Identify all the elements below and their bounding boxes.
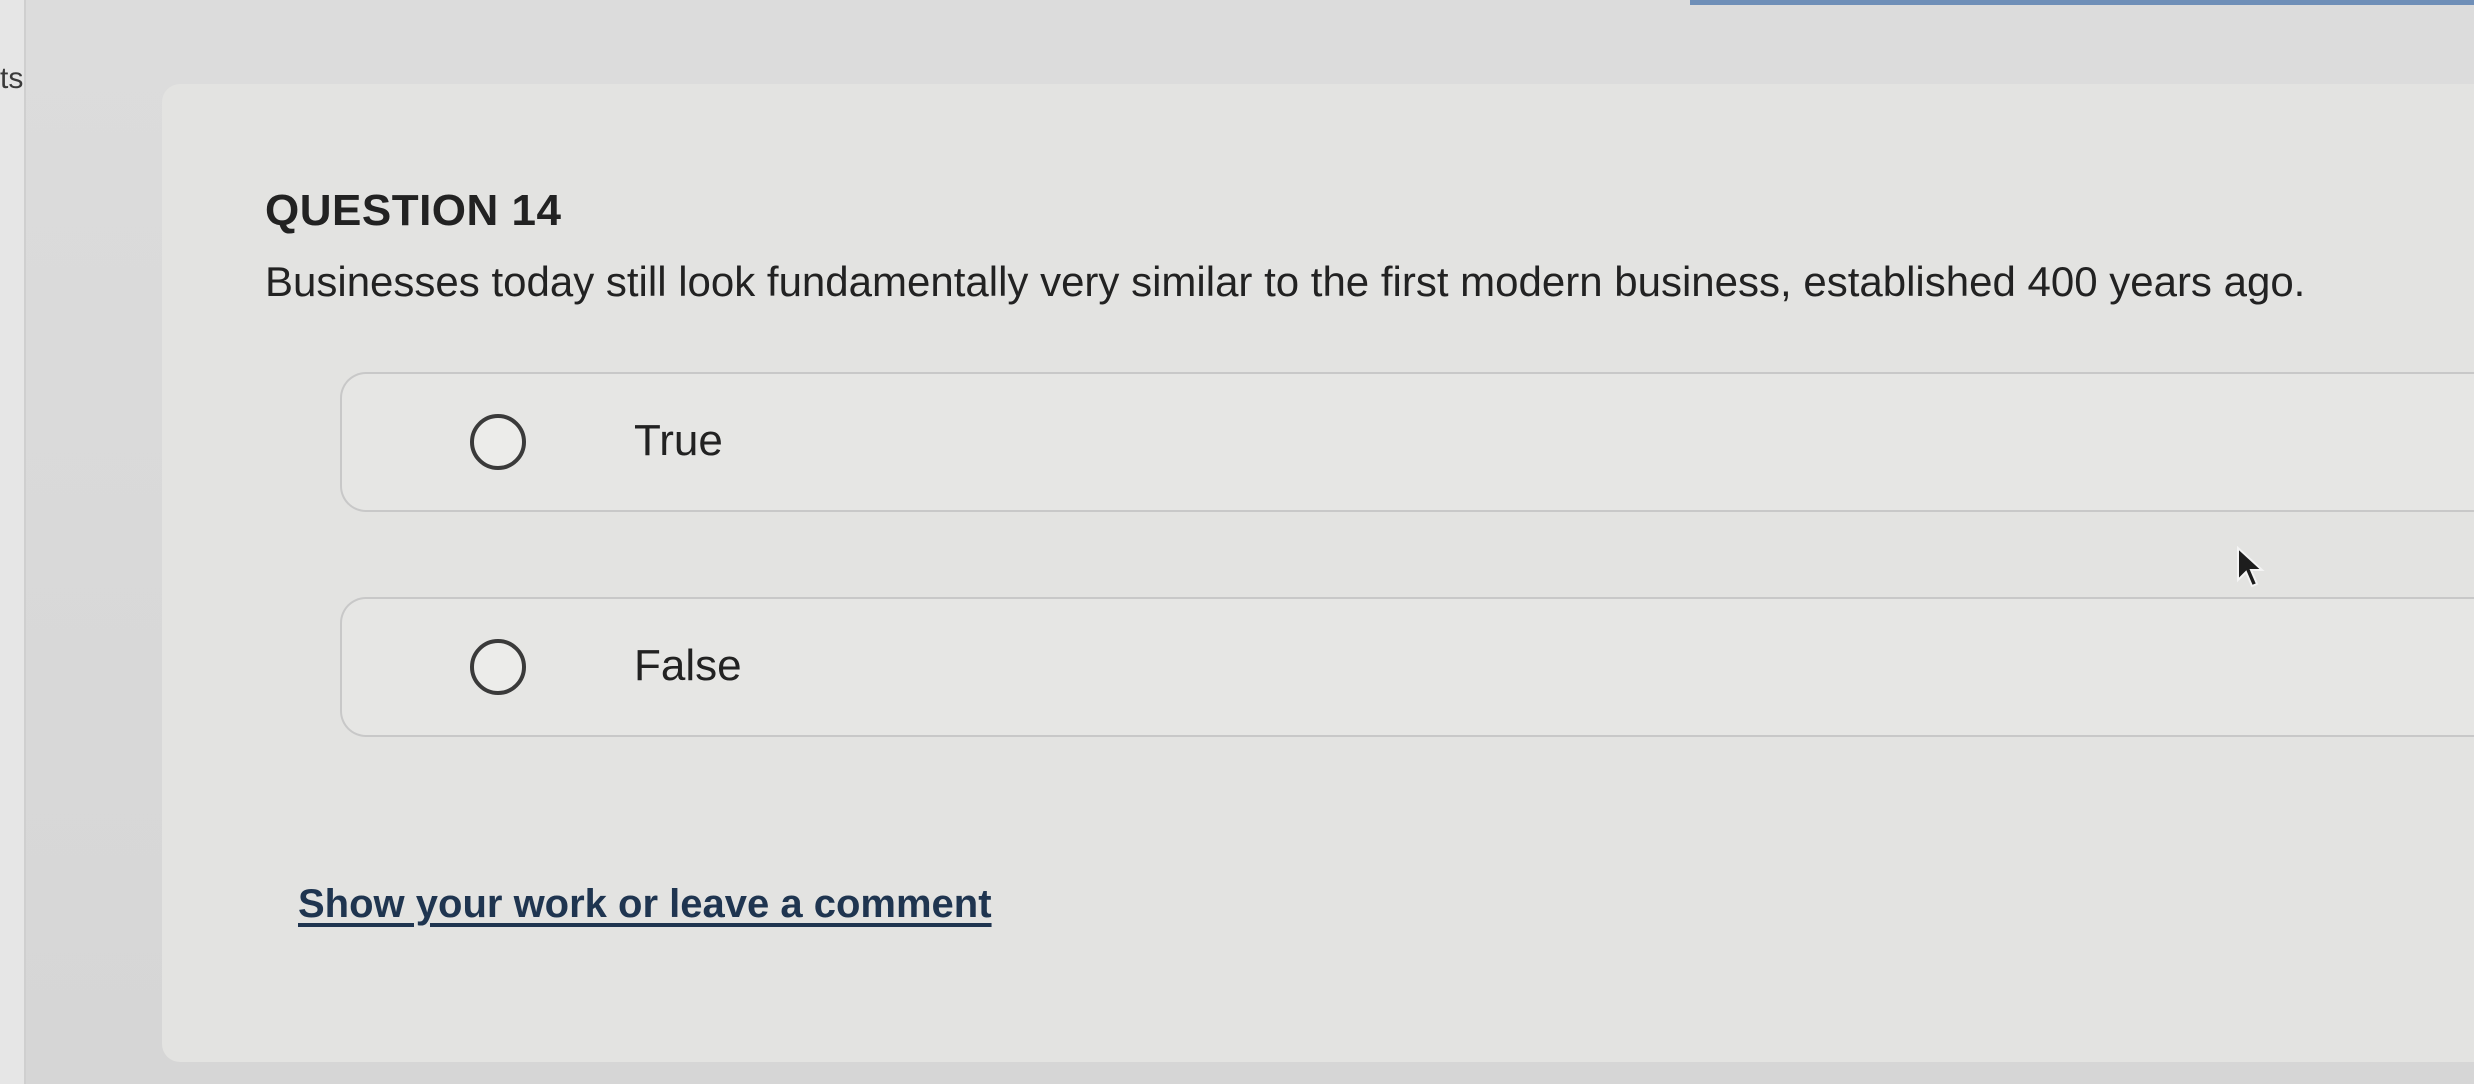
show-work-comment-link[interactable]: Show your work or leave a comment [298, 882, 992, 927]
left-sidebar-edge: ts [0, 0, 26, 1084]
question-title: QUESTION 14 [265, 186, 562, 235]
top-accent-bar [1690, 0, 2474, 5]
answer-option-false[interactable]: False [340, 597, 2474, 737]
radio-unchecked-icon[interactable] [470, 639, 526, 695]
sidebar-fragment-text: ts [0, 62, 24, 95]
answer-option-true[interactable]: True [340, 372, 2474, 512]
answer-option-label: True [634, 416, 723, 465]
question-text: Businesses today still look fundamentall… [265, 258, 2306, 305]
answer-option-label: False [634, 641, 742, 690]
mouse-cursor-icon [2237, 546, 2265, 588]
radio-unchecked-icon[interactable] [470, 414, 526, 470]
